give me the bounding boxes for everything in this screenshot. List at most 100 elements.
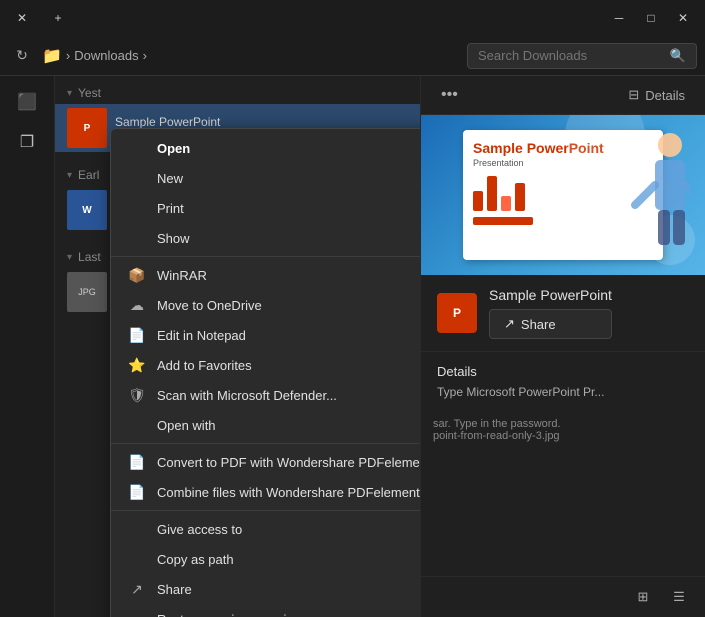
section-label-yesterday: Yest [78, 86, 101, 100]
defender-icon: 🛡 [127, 385, 147, 405]
file-detail-info: Sample PowerPoint ↗ Share [489, 287, 612, 339]
print-icon [127, 198, 147, 218]
favorites-icon: ⭐ [127, 355, 147, 375]
file-icon-large: P [437, 293, 477, 333]
menu-label-defender: Scan with Microsoft Defender... [157, 388, 337, 403]
nav-bar: ↻ 📁 › Downloads › 🔍 [0, 36, 705, 76]
menu-label-show: Show [157, 231, 190, 246]
menu-label-new: New [157, 171, 183, 186]
onedrive-icon: ☁ [127, 295, 147, 315]
sidebar-home-icon[interactable]: ⬛ [9, 84, 45, 120]
section-label-last: Last [78, 250, 101, 264]
details-section-label: Details [437, 364, 689, 379]
menu-item-share[interactable]: ↗ Share [111, 574, 420, 604]
preview-image: Sample PowerPoint Presentation [421, 115, 705, 275]
search-input[interactable] [478, 48, 664, 63]
menu-label-open: Open [157, 141, 190, 156]
maximize-button[interactable]: □ [637, 4, 665, 32]
details-button[interactable]: ⊟ Details [620, 83, 693, 107]
menu-item-combine-pdf[interactable]: 📄 Combine files with Wondershare PDFelem… [111, 477, 420, 507]
menu-item-restore[interactable]: Restore previous versions [111, 604, 420, 617]
file-thumbnail-word: W [67, 190, 107, 230]
menu-item-defender[interactable]: 🛡 Scan with Microsoft Defender... [111, 380, 420, 410]
window-controls: ─ □ ✕ [605, 4, 697, 32]
menu-divider-1 [111, 256, 420, 257]
left-panel: ▾ Yest P Sample PowerPoint Pow... ▾ Earl [55, 76, 420, 617]
menu-label-winrar: WinRAR [157, 268, 207, 283]
ppt-btn [473, 217, 533, 225]
winrar-icon: 📦 [127, 265, 147, 285]
menu-item-favorites[interactable]: ⭐ Add to Favorites [111, 350, 420, 380]
details-section: Details Type Microsoft PowerPoint Pr... [421, 352, 705, 414]
chevron-icon-3: ▾ [67, 170, 72, 181]
menu-label-notepad: Edit in Notepad [157, 328, 246, 343]
bottom-file-info: sar. Type in the password. point-from-re… [421, 414, 705, 446]
file-detail-section: P Sample PowerPoint ↗ Share [421, 275, 705, 352]
file-thumbnail: P [67, 108, 107, 148]
right-toolbar: ••• ⊟ Details [421, 76, 705, 115]
search-icon: 🔍 [670, 48, 686, 64]
menu-item-show[interactable]: Show [111, 223, 420, 253]
title-bar: ✕ + ─ □ ✕ [0, 0, 705, 36]
menu-label-restore: Restore previous versions [157, 612, 307, 617]
menu-label-convert-pdf: Convert to PDF with Wondershare PDFeleme… [157, 455, 420, 470]
share-icon: ↗ [127, 579, 147, 599]
menu-item-convert-pdf[interactable]: 📄 Convert to PDF with Wondershare PDFele… [111, 447, 420, 477]
menu-item-open[interactable]: Open [111, 133, 420, 163]
title-bar-left: ✕ + [8, 4, 72, 32]
section-header-yesterday[interactable]: ▾ Yest [55, 82, 420, 104]
menu-label-share: Share [157, 582, 192, 597]
menu-label-copy-path: Copy as path [157, 552, 234, 567]
section-label-earlier: Earl [78, 168, 99, 182]
details-row-type: Type Microsoft PowerPoint Pr... [437, 385, 689, 399]
restore-icon [127, 609, 147, 617]
breadcrumb-downloads[interactable]: Downloads [74, 48, 138, 63]
menu-label-open-with: Open with [157, 418, 216, 433]
chevron-icon: › [66, 48, 70, 63]
menu-label-give-access: Give access to [157, 522, 242, 537]
share-button[interactable]: ↗ Share [489, 309, 612, 339]
menu-item-winrar[interactable]: 📦 WinRAR › [111, 260, 420, 290]
chevron-icon: ▾ [67, 88, 72, 99]
menu-divider-2 [111, 443, 420, 444]
new-icon [127, 168, 147, 188]
menu-label-onedrive: Move to OneDrive [157, 298, 262, 313]
context-menu: Open New Print Show 📦 WinRAR › ☁ [110, 128, 420, 617]
details-icon: ⊟ [628, 87, 639, 103]
bottom-bar: ⊞ ☰ [421, 576, 705, 617]
share-btn-icon: ↗ [504, 316, 515, 332]
menu-item-notepad[interactable]: 📄 Edit in Notepad [111, 320, 420, 350]
menu-item-onedrive[interactable]: ☁ Move to OneDrive [111, 290, 420, 320]
right-panel: ••• ⊟ Details Sample PowerPoint Presenta… [420, 76, 705, 617]
menu-label-print: Print [157, 201, 184, 216]
grid-view-button[interactable]: ⊞ [629, 583, 657, 611]
menu-item-open-with[interactable]: Open with › [111, 410, 420, 440]
menu-item-give-access[interactable]: Give access to › [111, 514, 420, 544]
new-tab-button[interactable]: + [44, 4, 72, 32]
search-box: 🔍 [467, 43, 697, 69]
sidebar-copy-icon[interactable]: ❐ [9, 124, 45, 160]
main-area: ⬛ ❐ ▾ Yest P Sample PowerPoint Pow... ▾ [0, 76, 705, 617]
menu-item-copy-path[interactable]: Copy as path [111, 544, 420, 574]
more-options-button[interactable]: ••• [433, 82, 466, 108]
open-icon [127, 138, 147, 158]
share-btn-label: Share [521, 317, 556, 332]
bottom-info-line2: point-from-read-only-3.jpg [433, 430, 693, 442]
details-label: Details [645, 88, 685, 103]
close-tab-button[interactable]: ✕ [8, 4, 36, 32]
menu-item-new[interactable]: New [111, 163, 420, 193]
deco-person [610, 125, 690, 270]
access-icon [127, 519, 147, 539]
refresh-button[interactable]: ↻ [8, 42, 36, 70]
combine-icon: 📄 [127, 482, 147, 502]
file-detail-name: Sample PowerPoint [489, 287, 612, 303]
bottom-info-line1: sar. Type in the password. [433, 418, 693, 430]
copy-path-icon [127, 549, 147, 569]
chevron-icon-2: › [143, 48, 147, 63]
file-name: Sample PowerPoint [115, 115, 408, 129]
minimize-button[interactable]: ─ [605, 4, 633, 32]
close-window-button[interactable]: ✕ [669, 4, 697, 32]
menu-item-print[interactable]: Print [111, 193, 420, 223]
list-view-button[interactable]: ☰ [665, 583, 693, 611]
pdf-icon: 📄 [127, 452, 147, 472]
